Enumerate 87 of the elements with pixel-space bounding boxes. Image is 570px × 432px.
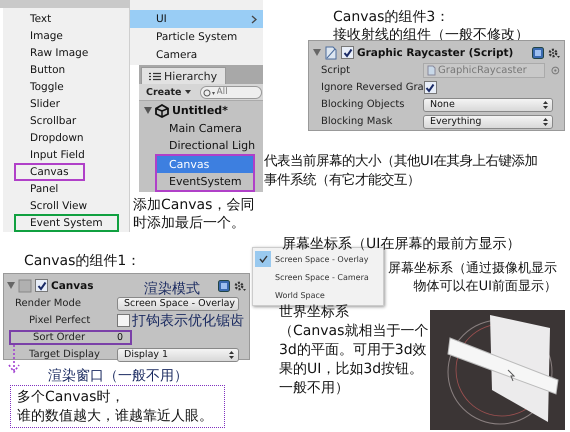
create-button[interactable]: Create <box>143 86 194 98</box>
annotation-text: 谁的数值越大，谁越靠近人眼。 <box>17 407 214 426</box>
menu-item[interactable]: Canvas <box>14 162 85 180</box>
field-label: Script <box>320 65 352 76</box>
menu-item[interactable]: Screen Space - Overlay <box>253 250 383 268</box>
menu-item[interactable]: World Space <box>253 286 383 304</box>
component-title: Canvas <box>51 280 94 292</box>
menu-item[interactable]: Event System <box>14 214 119 232</box>
annotation-text: 屏幕坐标系（通过摄像机显示 <box>388 260 557 278</box>
annotation-text: 事件系统（有它才能交互） <box>264 172 421 190</box>
gear-icon <box>547 46 560 58</box>
menu-item[interactable]: Button <box>14 60 82 78</box>
field-label: Target Display <box>28 349 101 360</box>
menu-item[interactable]: Image <box>14 26 79 44</box>
annotation-text: 一般不用） <box>279 379 350 398</box>
annotation-text: 世界坐标系 <box>279 303 350 322</box>
gear-icon <box>233 280 246 292</box>
cube-icon <box>155 104 169 118</box>
component-title: Graphic Raycaster (Script) <box>357 46 514 58</box>
updown-arrow-icon <box>543 100 548 108</box>
field-label: Blocking Objects <box>320 99 406 110</box>
field-label: Ignore Reversed Gra <box>320 82 424 93</box>
annotation-text: 渲染窗口（一般不用） <box>48 367 188 385</box>
menu-item[interactable]: Screen Space - Camera <box>253 268 383 286</box>
menu-item[interactable]: Toggle <box>14 78 80 96</box>
check-icon <box>258 255 268 263</box>
search-field[interactable]: All <box>200 86 262 98</box>
scene-title: Untitled* <box>172 104 228 117</box>
annotation-text: 代表当前屏幕的大小（其他UI在其身上右键添加 <box>264 152 538 171</box>
menu-item[interactable]: Camera <box>130 46 263 64</box>
dropdown[interactable]: Display 1 <box>117 348 239 362</box>
number-field[interactable]: 0 <box>117 332 124 343</box>
checkbox[interactable] <box>35 279 48 292</box>
menu-item[interactable]: Panel <box>14 180 74 198</box>
annotation-text: Canvas的组件1： <box>24 252 140 270</box>
caret-icon <box>184 90 190 94</box>
check-icon <box>425 82 436 92</box>
hierarchy-tab[interactable]: Hierarchy <box>141 67 226 84</box>
field-label: Blocking Mask <box>320 116 394 127</box>
annotation-text: 时添加最后一个。 <box>133 214 246 232</box>
dropdown[interactable]: Everything <box>423 114 553 128</box>
hierarchy-item[interactable]: Main Camera <box>139 120 263 137</box>
menu-item[interactable]: Raw Image <box>14 44 104 62</box>
hierarchy-item[interactable]: EventSystem <box>157 173 253 190</box>
check-icon <box>342 48 352 58</box>
menu-item[interactable]: Input Field <box>14 146 101 164</box>
annotation-text: 渲染模式 <box>144 280 200 298</box>
field-label: Render Mode <box>14 298 82 309</box>
checkbox[interactable] <box>424 81 437 94</box>
annotation-text: 3d的平面。可用于3d效 <box>279 341 428 360</box>
menu-item[interactable]: Particle System <box>130 28 263 46</box>
annotation-text: 打钩表示优化锯齿 <box>132 312 244 330</box>
updown-arrow-icon <box>543 118 548 126</box>
annotation-text: 果的UI，比如3d按钮。 <box>279 360 424 379</box>
script-icon <box>427 65 436 76</box>
updown-arrow-icon <box>229 350 234 358</box>
annotation-text: 多个Canvas时， <box>17 388 126 407</box>
annotation-text: （Canvas就相当于一个 <box>279 322 428 341</box>
menu-item[interactable]: Scrollbar <box>14 112 92 130</box>
checkbox[interactable] <box>117 314 130 327</box>
hierarchy-item[interactable]: Directional Ligh <box>139 137 263 154</box>
dropdown[interactable]: Screen Space - Overlay <box>117 296 239 310</box>
annotation-text: 添加Canvas，会同 <box>133 196 254 214</box>
annotation-text: 屏幕坐标系（UI在屏幕的最前方显示） <box>282 235 520 253</box>
list-icon <box>149 72 161 80</box>
component-icon <box>18 278 32 292</box>
menu-item[interactable]: UI <box>130 10 263 28</box>
checkbox[interactable] <box>341 46 354 59</box>
search-icon <box>202 88 214 96</box>
dotted-arrow <box>8 345 20 375</box>
annotation-text: 物体可以在UI前面显示） <box>412 278 557 296</box>
menu-item[interactable]: Text <box>14 10 68 28</box>
menu-item[interactable]: Scroll View <box>14 196 104 214</box>
help-icon <box>532 46 544 58</box>
annotation-text: Canvas的组件3： <box>333 8 450 26</box>
field-label: Sort Order <box>32 332 86 343</box>
menu-item[interactable]: Slider <box>14 94 76 112</box>
target-icon <box>551 66 560 75</box>
script-icon <box>324 46 338 60</box>
dropdown[interactable]: None <box>423 98 553 112</box>
check-icon <box>36 280 46 290</box>
chevron-right-icon <box>251 14 257 24</box>
hierarchy-item[interactable]: Canvas <box>157 156 253 173</box>
expand-triangle-icon <box>144 107 152 114</box>
help-icon <box>218 280 230 292</box>
field-label: Pixel Perfect <box>28 315 92 326</box>
menu-item[interactable]: Dropdown <box>14 128 100 146</box>
